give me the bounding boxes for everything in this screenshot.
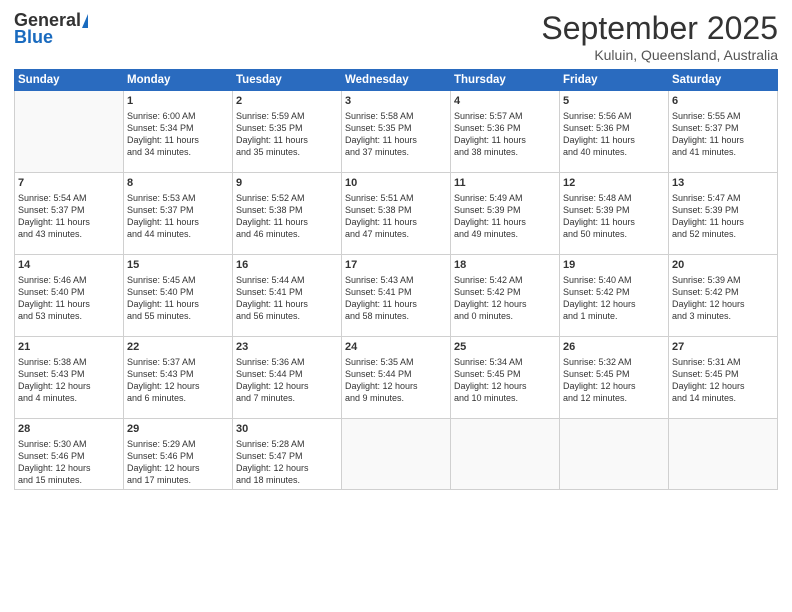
calendar-cell: 18Sunrise: 5:42 AMSunset: 5:42 PMDayligh…	[451, 255, 560, 337]
calendar-page: General Blue September 2025 Kuluin, Quee…	[0, 0, 792, 612]
calendar-cell: 29Sunrise: 5:29 AMSunset: 5:46 PMDayligh…	[124, 419, 233, 490]
calendar-cell: 27Sunrise: 5:31 AMSunset: 5:45 PMDayligh…	[669, 337, 778, 419]
calendar-week-2: 7Sunrise: 5:54 AMSunset: 5:37 PMDaylight…	[15, 173, 778, 255]
calendar-cell: 25Sunrise: 5:34 AMSunset: 5:45 PMDayligh…	[451, 337, 560, 419]
calendar-cell: 15Sunrise: 5:45 AMSunset: 5:40 PMDayligh…	[124, 255, 233, 337]
header: General Blue September 2025 Kuluin, Quee…	[14, 10, 778, 63]
day-number: 3	[345, 94, 447, 109]
calendar-cell: 19Sunrise: 5:40 AMSunset: 5:42 PMDayligh…	[560, 255, 669, 337]
calendar-table: SundayMondayTuesdayWednesdayThursdayFrid…	[14, 69, 778, 490]
calendar-cell: 2Sunrise: 5:59 AMSunset: 5:35 PMDaylight…	[233, 91, 342, 173]
day-number: 24	[345, 340, 447, 355]
day-number: 30	[236, 422, 338, 437]
logo-blue: Blue	[14, 27, 53, 48]
calendar-cell	[451, 419, 560, 490]
day-number: 23	[236, 340, 338, 355]
calendar-week-5: 28Sunrise: 5:30 AMSunset: 5:46 PMDayligh…	[15, 419, 778, 490]
day-number: 28	[18, 422, 120, 437]
calendar-cell: 14Sunrise: 5:46 AMSunset: 5:40 PMDayligh…	[15, 255, 124, 337]
day-number: 15	[127, 258, 229, 273]
day-number: 25	[454, 340, 556, 355]
day-number: 14	[18, 258, 120, 273]
calendar-cell: 30Sunrise: 5:28 AMSunset: 5:47 PMDayligh…	[233, 419, 342, 490]
calendar-cell: 22Sunrise: 5:37 AMSunset: 5:43 PMDayligh…	[124, 337, 233, 419]
calendar-cell: 16Sunrise: 5:44 AMSunset: 5:41 PMDayligh…	[233, 255, 342, 337]
logo-triangle-icon	[82, 14, 88, 28]
day-number: 21	[18, 340, 120, 355]
calendar-cell: 5Sunrise: 5:56 AMSunset: 5:36 PMDaylight…	[560, 91, 669, 173]
day-number: 13	[672, 176, 774, 191]
day-number: 27	[672, 340, 774, 355]
weekday-header-sunday: Sunday	[15, 70, 124, 91]
calendar-week-4: 21Sunrise: 5:38 AMSunset: 5:43 PMDayligh…	[15, 337, 778, 419]
calendar-cell: 28Sunrise: 5:30 AMSunset: 5:46 PMDayligh…	[15, 419, 124, 490]
calendar-week-1: 1Sunrise: 6:00 AMSunset: 5:34 PMDaylight…	[15, 91, 778, 173]
day-number: 11	[454, 176, 556, 191]
day-number: 10	[345, 176, 447, 191]
month-title: September 2025	[541, 10, 778, 47]
calendar-cell: 24Sunrise: 5:35 AMSunset: 5:44 PMDayligh…	[342, 337, 451, 419]
calendar-cell: 4Sunrise: 5:57 AMSunset: 5:36 PMDaylight…	[451, 91, 560, 173]
location-title: Kuluin, Queensland, Australia	[541, 47, 778, 63]
day-number: 1	[127, 94, 229, 109]
calendar-week-3: 14Sunrise: 5:46 AMSunset: 5:40 PMDayligh…	[15, 255, 778, 337]
day-number: 29	[127, 422, 229, 437]
day-number: 5	[563, 94, 665, 109]
day-number: 20	[672, 258, 774, 273]
day-number: 19	[563, 258, 665, 273]
calendar-cell: 17Sunrise: 5:43 AMSunset: 5:41 PMDayligh…	[342, 255, 451, 337]
day-number: 17	[345, 258, 447, 273]
calendar-cell: 10Sunrise: 5:51 AMSunset: 5:38 PMDayligh…	[342, 173, 451, 255]
calendar-cell: 8Sunrise: 5:53 AMSunset: 5:37 PMDaylight…	[124, 173, 233, 255]
calendar-cell: 21Sunrise: 5:38 AMSunset: 5:43 PMDayligh…	[15, 337, 124, 419]
calendar-cell	[15, 91, 124, 173]
calendar-cell: 11Sunrise: 5:49 AMSunset: 5:39 PMDayligh…	[451, 173, 560, 255]
calendar-cell	[560, 419, 669, 490]
weekday-header-friday: Friday	[560, 70, 669, 91]
weekday-header-tuesday: Tuesday	[233, 70, 342, 91]
weekday-header-wednesday: Wednesday	[342, 70, 451, 91]
day-number: 6	[672, 94, 774, 109]
day-number: 18	[454, 258, 556, 273]
calendar-cell	[342, 419, 451, 490]
weekday-header-monday: Monday	[124, 70, 233, 91]
day-number: 16	[236, 258, 338, 273]
calendar-cell: 26Sunrise: 5:32 AMSunset: 5:45 PMDayligh…	[560, 337, 669, 419]
calendar-cell: 20Sunrise: 5:39 AMSunset: 5:42 PMDayligh…	[669, 255, 778, 337]
calendar-cell: 3Sunrise: 5:58 AMSunset: 5:35 PMDaylight…	[342, 91, 451, 173]
calendar-cell: 13Sunrise: 5:47 AMSunset: 5:39 PMDayligh…	[669, 173, 778, 255]
weekday-header-row: SundayMondayTuesdayWednesdayThursdayFrid…	[15, 70, 778, 91]
calendar-cell	[669, 419, 778, 490]
calendar-cell: 9Sunrise: 5:52 AMSunset: 5:38 PMDaylight…	[233, 173, 342, 255]
day-number: 9	[236, 176, 338, 191]
day-number: 22	[127, 340, 229, 355]
calendar-cell: 23Sunrise: 5:36 AMSunset: 5:44 PMDayligh…	[233, 337, 342, 419]
weekday-header-thursday: Thursday	[451, 70, 560, 91]
calendar-cell: 12Sunrise: 5:48 AMSunset: 5:39 PMDayligh…	[560, 173, 669, 255]
title-block: September 2025 Kuluin, Queensland, Austr…	[541, 10, 778, 63]
calendar-cell: 7Sunrise: 5:54 AMSunset: 5:37 PMDaylight…	[15, 173, 124, 255]
day-number: 2	[236, 94, 338, 109]
calendar-cell: 6Sunrise: 5:55 AMSunset: 5:37 PMDaylight…	[669, 91, 778, 173]
day-number: 7	[18, 176, 120, 191]
day-number: 4	[454, 94, 556, 109]
weekday-header-saturday: Saturday	[669, 70, 778, 91]
day-number: 26	[563, 340, 665, 355]
calendar-cell: 1Sunrise: 6:00 AMSunset: 5:34 PMDaylight…	[124, 91, 233, 173]
logo: General Blue	[14, 10, 88, 48]
day-number: 8	[127, 176, 229, 191]
day-number: 12	[563, 176, 665, 191]
